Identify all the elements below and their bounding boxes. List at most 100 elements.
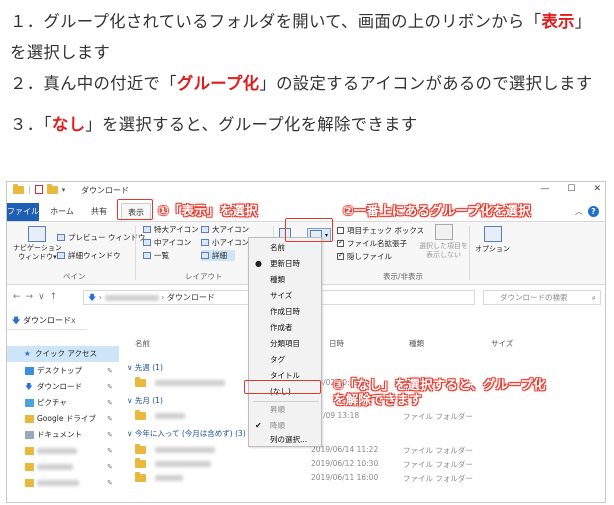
show-hide-group-label: 表示/非表示 — [383, 272, 424, 281]
table-row[interactable]: /07/09 13:18 ファイル フォルダー — [135, 410, 605, 422]
file-extensions-toggle[interactable]: ファイル名拡張子 — [337, 238, 407, 249]
hide-selected-button[interactable]: 選択した項目を 表示しない — [419, 224, 468, 260]
menu-item-created[interactable]: 作成日時 — [249, 304, 321, 320]
menu-item-label: サイズ — [270, 291, 293, 300]
blurred-filename — [155, 475, 183, 481]
sidebar-item-blurred[interactable]: ✎ — [7, 443, 119, 459]
layout-small[interactable]: 小アイコン — [201, 237, 249, 248]
sidebar-item-blurred[interactable]: ✎ — [7, 475, 119, 491]
breadcrumb-current[interactable]: ダウンロード — [167, 293, 215, 302]
preview-pane-icon — [57, 234, 65, 241]
step-2-text: ２．真ん中の付近で「 — [10, 74, 177, 93]
layout-medium[interactable]: 中アイコン — [143, 237, 191, 248]
menu-item-author[interactable]: 作成者 — [249, 320, 321, 336]
menu-item-name[interactable]: 名前 — [249, 240, 321, 256]
properties-icon[interactable] — [34, 185, 43, 194]
menu-item-choose-columns[interactable]: 列の選択... — [249, 432, 321, 448]
sidebar-item-google-drive[interactable]: Google ドライブ ✎ — [7, 411, 119, 427]
star-icon: ★ — [24, 349, 31, 358]
details-pane-button[interactable]: 詳細ウィンドウ — [57, 250, 121, 261]
layout-list[interactable]: 一覧 — [143, 250, 169, 261]
close-icon[interactable]: x — [71, 311, 76, 330]
item-check-boxes-toggle[interactable]: 項目チェック ボックス — [337, 225, 424, 236]
menu-item-category[interactable]: 分類項目 — [249, 336, 321, 352]
table-row[interactable]: 2019/06/12 10:30 ファイル フォルダー — [135, 458, 605, 470]
navigation-pane-icon — [28, 226, 47, 242]
maximize-button[interactable]: ☐ — [567, 184, 575, 194]
pin-icon[interactable]: ✎ — [107, 395, 113, 411]
step-2-suffix: 」の設定するアイコンがあるので選択します — [259, 74, 593, 93]
menu-item-ascending[interactable]: 昇順 — [249, 402, 321, 418]
table-row[interactable]: 2019/06/14 11:22 ファイル フォルダー — [135, 444, 605, 456]
row-type: ファイル フォルダー — [403, 412, 473, 421]
checkbox — [337, 251, 344, 260]
blurred-label — [37, 464, 73, 470]
tab-file[interactable]: ファイル — [7, 203, 39, 221]
pin-icon[interactable]: ✎ — [107, 459, 113, 475]
column-header-date[interactable]: 日時 — [329, 338, 344, 349]
menu-item-label: 昇順 — [270, 405, 285, 414]
nav-pane-tab[interactable]: 🡇 ダウンロード x — [7, 311, 87, 330]
menu-item-tags[interactable]: タグ — [249, 352, 321, 368]
sidebar-item-documents[interactable]: ドキュメント ✎ — [7, 427, 119, 443]
close-button[interactable]: ✕ — [593, 184, 601, 194]
layout-group-label: レイアウト — [185, 272, 223, 281]
group-header[interactable]: ∨ 先月 (1) — [127, 395, 163, 406]
tab-share[interactable]: 共有 — [85, 203, 113, 221]
extra-large-icons-icon — [143, 226, 151, 233]
highlight-none-item — [244, 380, 321, 394]
layout-large[interactable]: 大アイコン — [201, 224, 249, 235]
options-button[interactable]: オプション — [475, 226, 510, 254]
pin-icon[interactable]: ✎ — [107, 363, 113, 379]
column-header-type[interactable]: 種類 — [409, 338, 424, 349]
navigation-pane-label: ナビゲーション ウィンドウ▾ — [13, 244, 62, 261]
column-header-name[interactable]: 名前 — [135, 338, 150, 349]
layout-label: 特大アイコン — [154, 225, 199, 234]
preview-pane-button[interactable]: プレビュー ウィンドウ — [57, 232, 145, 243]
search-icon: ⌕ — [591, 293, 596, 302]
step-3-suffix: 」を選択すると、グループ化を解除できます — [85, 115, 418, 134]
folder-icon — [135, 472, 146, 482]
sidebar-item-downloads[interactable]: 🡇 ダウンロード ✎ — [7, 379, 119, 395]
qat-dropdown-icon[interactable]: ▾ — [62, 186, 66, 194]
menu-item-type[interactable]: 種類 — [249, 272, 321, 288]
step-1-highlight: 表示 — [541, 12, 575, 31]
minimize-button[interactable]: — — [540, 184, 549, 194]
pin-icon[interactable]: ✎ — [107, 379, 113, 395]
options-label: オプション — [475, 245, 510, 253]
menu-item-modified[interactable]: ● 更新日時 — [249, 256, 321, 272]
group-header[interactable]: ∨ 今年に入って (今月は含めず) (3) — [127, 428, 246, 439]
column-header-size[interactable]: サイズ — [491, 338, 513, 349]
hidden-items-toggle[interactable]: 隠しファイル — [337, 251, 392, 262]
new-folder-icon[interactable] — [46, 183, 58, 194]
layout-extra-large[interactable]: 特大アイコン — [143, 224, 199, 235]
pin-icon[interactable]: ✎ — [107, 475, 113, 491]
navigation-pane-button[interactable]: ナビゲーション ウィンドウ▾ — [13, 226, 62, 262]
help-icon[interactable]: ? — [588, 206, 599, 217]
group-header[interactable]: ∨ 先週 (1) — [127, 362, 163, 373]
sidebar-item-label: ドキュメント — [37, 430, 82, 439]
collapse-ribbon-icon[interactable]: ︿ — [575, 206, 583, 217]
options-icon — [483, 226, 502, 242]
sidebar-item-blurred[interactable]: ✎ — [7, 459, 119, 475]
blurred-filename — [155, 447, 215, 453]
layout-details[interactable]: 詳細 — [201, 250, 235, 261]
download-icon: 🡇 — [12, 316, 21, 325]
search-input[interactable]: ダウンロードの検索 ⌕ — [483, 290, 601, 305]
download-icon: 🡇 — [25, 382, 33, 391]
radio-dot-icon: ● — [255, 259, 262, 268]
search-placeholder: ダウンロードの検索 — [500, 293, 568, 302]
pin-icon[interactable]: ✎ — [107, 411, 113, 427]
folder-icon — [13, 183, 24, 194]
table-row[interactable]: 2019/06/11 16:00 ファイル フォルダー — [135, 472, 605, 484]
tab-home[interactable]: ホーム — [47, 203, 77, 221]
menu-item-size[interactable]: サイズ — [249, 288, 321, 304]
pin-icon[interactable]: ✎ — [107, 443, 113, 459]
blurred-label — [37, 480, 79, 486]
sidebar-item-pictures[interactable]: ピクチャ ✎ — [7, 395, 119, 411]
sidebar-item-desktop[interactable]: デスクトップ ✎ — [7, 363, 119, 379]
navigation-arrows-icon[interactable]: ←→∨↑ — [13, 292, 62, 302]
sidebar-item-quick-access[interactable]: ★ クイック アクセス — [7, 346, 119, 362]
pin-icon[interactable]: ✎ — [107, 427, 113, 443]
title-bar: | ▾ ダウンロード — ☐ ✕ — [7, 182, 605, 199]
